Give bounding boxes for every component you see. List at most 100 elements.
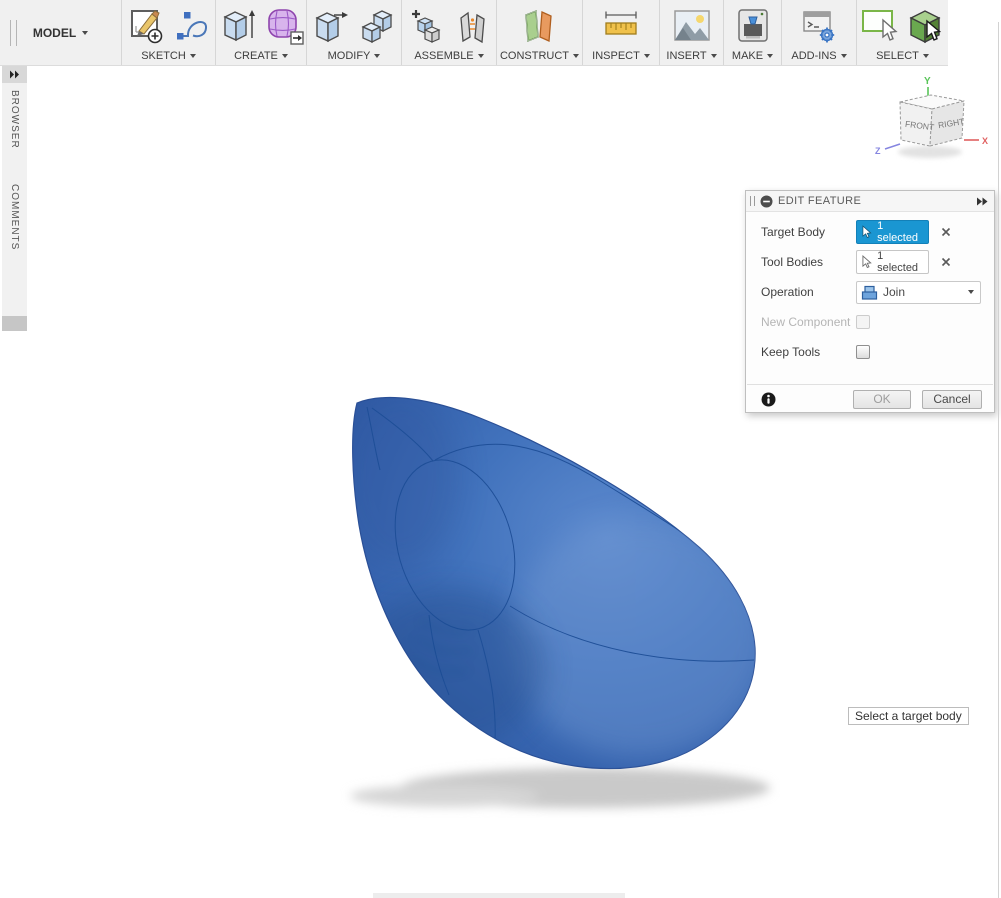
field-label: Operation (761, 285, 856, 299)
construct-menu[interactable]: CONSTRUCT (500, 48, 579, 64)
make-menu[interactable]: MAKE (732, 48, 773, 64)
cursor-arrow-icon (862, 225, 872, 239)
spline-icon (173, 7, 209, 45)
toolbar-group-label: CREATE (234, 50, 278, 62)
print-3d-icon (733, 6, 773, 46)
info-icon[interactable] (761, 392, 776, 407)
model-ground-shadow (350, 768, 770, 808)
keep-tools-checkbox[interactable] (856, 345, 870, 359)
field-label: Keep Tools (761, 345, 856, 359)
window-select-button[interactable] (860, 6, 898, 46)
toolbar-group-label: INSPECT (592, 50, 640, 62)
dialog-row-keep-tools: Keep Tools (746, 337, 994, 367)
model-body[interactable] (340, 388, 770, 769)
operation-value: Join (883, 285, 905, 299)
cancel-button[interactable]: Cancel (922, 390, 982, 409)
chevron-down-icon (282, 54, 288, 58)
viewcube[interactable]: Y FRONT RIGHT X Z (872, 68, 997, 168)
axis-z-label: Z (875, 146, 881, 156)
sidebar-tab-browser[interactable]: BROWSER (9, 90, 20, 149)
target-body-selection-button[interactable]: 1 selected (856, 220, 929, 244)
print-3d-button[interactable] (733, 6, 773, 46)
double-arrow-right-icon (9, 70, 20, 79)
insert-menu[interactable]: INSERT (666, 48, 716, 64)
toolbar-group-label: ADD-INS (791, 50, 836, 62)
tool-bodies-selection-button[interactable]: 1 selected (856, 250, 929, 274)
create-menu[interactable]: CREATE (234, 48, 288, 64)
clear-target-body-button[interactable] (941, 227, 951, 237)
chevron-down-icon (968, 290, 974, 294)
insert-image-icon (672, 7, 712, 45)
toolbar-group-make: MAKE (724, 0, 782, 65)
workspace-menu-button[interactable]: MODEL (33, 0, 88, 65)
toolbar-group-label: MODIFY (328, 50, 371, 62)
toolbar-group-create: CREATE (216, 0, 307, 65)
inspect-menu[interactable]: INSPECT (592, 48, 650, 64)
create-sketch-button[interactable] (128, 6, 166, 46)
chevron-down-icon (841, 54, 847, 58)
clear-tool-bodies-button[interactable] (941, 257, 951, 267)
joint-icon (455, 6, 491, 46)
joint-button[interactable] (455, 6, 491, 46)
axis-y-label: Y (924, 76, 931, 87)
press-pull-icon (311, 6, 351, 46)
select-menu[interactable]: SELECT (876, 48, 929, 64)
dialog-header[interactable]: EDIT FEATURE (746, 191, 994, 212)
assemble-menu[interactable]: ASSEMBLE (414, 48, 483, 64)
toolbar-group-sketch: SKETCH (122, 0, 216, 65)
cursor-arrow-icon (862, 255, 872, 269)
form-icon (265, 6, 305, 46)
toolbar-group-label: ASSEMBLE (414, 50, 473, 62)
dialog-title: EDIT FEATURE (778, 195, 976, 207)
fusion360-window: MODEL (0, 0, 1001, 898)
edit-feature-dialog: EDIT FEATURE Target Body 1 selected (745, 190, 995, 413)
prompt-tooltip: Select a target body (848, 707, 969, 725)
left-panel-scroll-block[interactable] (2, 316, 27, 331)
operation-dropdown[interactable]: Join (856, 281, 981, 304)
scripts-icon (799, 6, 839, 46)
chevron-down-icon (190, 54, 196, 58)
field-label: New Component (761, 315, 856, 329)
insert-image-button[interactable] (672, 7, 712, 45)
close-icon (941, 257, 951, 267)
addins-menu[interactable]: ADD-INS (791, 48, 846, 64)
toolbar-group-construct: CONSTRUCT (497, 0, 583, 65)
ok-button[interactable]: OK (853, 390, 911, 409)
join-operation-icon (861, 284, 878, 301)
bottom-navbar-sliver (373, 893, 625, 898)
modify-menu[interactable]: MODIFY (328, 48, 381, 64)
measure-icon (601, 6, 641, 46)
chevron-down-icon (374, 54, 380, 58)
construction-plane-button[interactable] (520, 6, 560, 46)
expand-browser-button[interactable] (2, 66, 27, 83)
form-button[interactable] (265, 6, 305, 46)
axis-x-label: X (982, 136, 988, 146)
field-label: Tool Bodies (761, 255, 856, 269)
dialog-grip-icon[interactable] (750, 196, 755, 206)
toolbar-group-label: MAKE (732, 50, 763, 62)
toolbar-group-insert: INSERT (660, 0, 724, 65)
press-pull-button[interactable] (311, 6, 351, 46)
spline-button[interactable] (173, 7, 209, 45)
sketch-menu[interactable]: SKETCH (141, 48, 196, 64)
scripts-addins-button[interactable] (799, 6, 839, 46)
toolbar-group-addins: ADD-INS (782, 0, 857, 65)
new-component-button[interactable] (408, 6, 448, 46)
primitive-box-button[interactable] (218, 6, 258, 46)
chevron-down-icon (478, 54, 484, 58)
workspace-switcher[interactable]: MODEL (0, 0, 122, 65)
sidebar-tab-comments[interactable]: COMMENTS (9, 184, 20, 250)
combine-button[interactable] (358, 6, 398, 46)
create-sketch-icon (128, 6, 166, 46)
toolbar-group-assemble: ASSEMBLE (402, 0, 497, 65)
select-cube-button[interactable] (905, 6, 945, 46)
viewcube-shadow (898, 146, 962, 158)
chevron-down-icon (711, 54, 717, 58)
collapse-dialog-icon[interactable] (760, 195, 773, 208)
measure-button[interactable] (601, 6, 641, 46)
chevron-down-icon (82, 31, 88, 35)
toolbar-grip-icon[interactable] (10, 20, 17, 46)
select-cube-icon (905, 6, 945, 46)
chevron-down-icon (644, 54, 650, 58)
dock-right-icon[interactable] (976, 197, 988, 206)
